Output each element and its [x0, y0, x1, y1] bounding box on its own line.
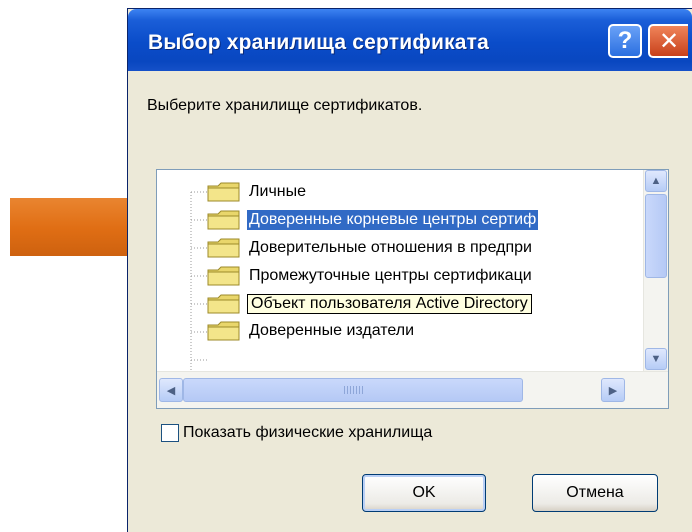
tree-item-trusted-root[interactable]: Доверенные корневые центры сертиф	[207, 207, 539, 233]
tree-item-label: Доверительные отношения в предпри	[249, 239, 532, 256]
scroll-right-button[interactable]: ▶	[601, 378, 625, 402]
show-physical-stores-row[interactable]: Показать физические хранилища	[161, 424, 432, 442]
show-physical-stores-checkbox[interactable]	[161, 424, 179, 442]
help-button[interactable]: ?	[608, 24, 642, 58]
folder-icon	[207, 266, 240, 286]
checkbox-label: Показать физические хранилища	[183, 424, 433, 441]
folder-icon	[207, 210, 240, 230]
grip-icon	[344, 386, 364, 394]
tree-item-ad-user-object[interactable]: Объект пользователя Active Directory	[207, 291, 532, 317]
tree-item-label: Промежуточные центры сертификаци	[249, 267, 532, 284]
help-icon: ?	[617, 27, 633, 54]
chevron-left-icon: ◀	[166, 384, 176, 397]
tree-item-intermediate[interactable]: Промежуточные центры сертификаци	[207, 263, 534, 289]
ok-button[interactable]: OK	[362, 474, 486, 512]
store-tree-view[interactable]: Личные Доверенные корневые центры сертиф…	[156, 169, 669, 409]
folder-icon	[207, 321, 240, 341]
tree-item-trusted-publishers[interactable]: Доверенные издатели	[207, 319, 416, 343]
certificate-store-dialog: Выбор хранилища сертификата ? ✕ Выберите…	[127, 8, 692, 532]
horizontal-scrollbar[interactable]: ◀ ▶	[157, 371, 668, 408]
tree-item-label: Личные	[249, 183, 307, 200]
dialog-title: Выбор хранилища сертификата	[148, 31, 490, 54]
tree-item-personal[interactable]: Личные	[207, 179, 308, 205]
title-bar[interactable]: Выбор хранилища сертификата ? ✕	[128, 9, 692, 71]
instruction-text: Выберите хранилище сертификатов.	[147, 97, 423, 114]
scroll-down-button[interactable]: ▼	[645, 348, 667, 370]
folder-icon	[207, 182, 240, 202]
chevron-down-icon: ▼	[650, 353, 662, 365]
close-icon: ✕	[658, 27, 680, 55]
chevron-up-icon: ▲	[650, 175, 662, 187]
folder-icon	[207, 294, 240, 314]
tree-item-label: Доверенные корневые центры сертиф	[247, 210, 539, 230]
scroll-left-button[interactable]: ◀	[159, 378, 183, 402]
vertical-scrollbar[interactable]: ▲ ▼	[643, 170, 668, 372]
tree-item-label: Доверенные издатели	[249, 322, 415, 339]
close-button[interactable]: ✕	[648, 24, 688, 58]
horizontal-scroll-thumb[interactable]	[183, 378, 523, 402]
scroll-up-button[interactable]: ▲	[645, 170, 667, 192]
chevron-right-icon: ▶	[608, 384, 618, 397]
cancel-button[interactable]: Отмена	[532, 474, 658, 512]
vertical-scroll-thumb[interactable]	[645, 194, 667, 278]
folder-icon	[207, 238, 240, 258]
tree-item-enterprise-trust[interactable]: Доверительные отношения в предпри	[207, 235, 534, 261]
tree-item-tooltip: Объект пользователя Active Directory	[247, 294, 532, 314]
